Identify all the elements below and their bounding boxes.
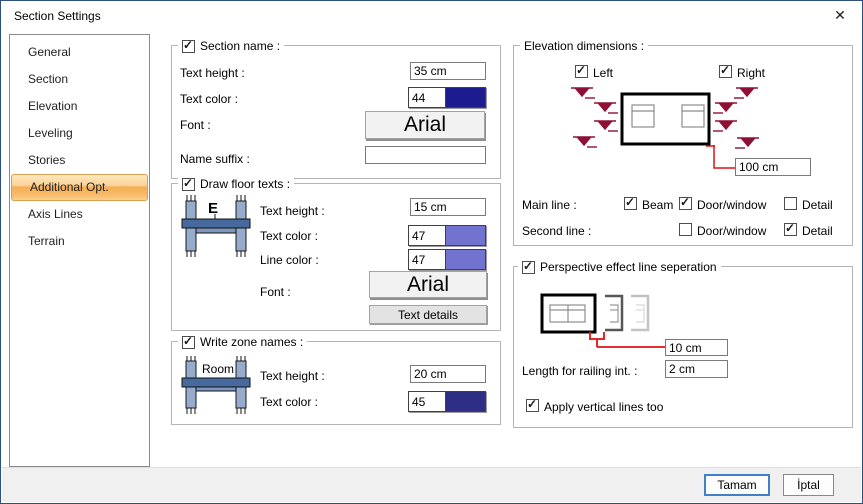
check-icon: ✓ xyxy=(183,38,193,52)
apply-vertical-label: Apply vertical lines too xyxy=(544,400,663,414)
text-color-picker[interactable]: 44 xyxy=(408,87,486,108)
check-icon: ✓ xyxy=(680,195,690,209)
text-height-input[interactable]: 35 cm xyxy=(410,62,486,80)
check-icon: ✓ xyxy=(625,195,635,209)
check-icon: ✓ xyxy=(183,334,193,348)
elevation-distance-input[interactable]: 100 cm xyxy=(735,158,811,176)
check-icon: ✓ xyxy=(720,63,730,77)
railing-length-input[interactable]: 2 cm xyxy=(665,360,728,378)
floor-texts-group-label: Draw floor texts : xyxy=(200,177,290,191)
elevation-group-label: Elevation dimensions : xyxy=(524,39,644,53)
check-icon: ✓ xyxy=(576,63,586,77)
check-icon: ✓ xyxy=(785,221,795,235)
text-height-label: Text height : xyxy=(180,66,245,80)
text-color-picker[interactable]: 45 xyxy=(408,391,486,412)
floor-section-icon: E xyxy=(178,195,254,257)
sidebar-item-axis-lines[interactable]: Axis Lines xyxy=(10,201,149,228)
section-name-group-label: Section name : xyxy=(200,39,280,53)
check-icon: ✓ xyxy=(183,176,193,190)
line-color-label: Line color : xyxy=(260,253,319,267)
zone-names-checkbox[interactable]: ✓ xyxy=(182,336,195,349)
section-name-group: ✓ Section name : Text height : 35 cm Tex… xyxy=(171,45,501,179)
text-details-button[interactable]: Text details xyxy=(369,305,487,324)
color-number: 45 xyxy=(409,392,446,411)
close-icon[interactable]: ✕ xyxy=(822,1,858,30)
main-beam-checkbox[interactable]: ✓ xyxy=(624,197,637,210)
main-beam-label: Beam xyxy=(642,198,673,212)
color-number: 47 xyxy=(409,250,446,269)
text-height-input[interactable]: 20 cm xyxy=(410,365,486,383)
sidebar-item-section[interactable]: Section xyxy=(10,66,149,93)
zone-names-group: ✓ Write zone names : Room Text height : … xyxy=(171,341,501,425)
color-swatch xyxy=(446,392,485,411)
text-color-picker[interactable]: 47 xyxy=(408,225,486,246)
elevation-diagram xyxy=(514,76,854,171)
color-swatch xyxy=(446,226,485,245)
text-height-input[interactable]: 15 cm xyxy=(410,198,486,216)
text-color-label: Text color : xyxy=(260,395,318,409)
apply-vertical-checkbox[interactable]: ✓ xyxy=(526,399,539,412)
font-label: Font : xyxy=(260,285,291,299)
name-suffix-input[interactable] xyxy=(365,146,486,164)
separation-distance-input[interactable]: 10 cm xyxy=(665,339,728,356)
section-name-checkbox[interactable]: ✓ xyxy=(182,40,195,53)
zone-section-icon: Room xyxy=(178,356,254,414)
elevation-dimensions-group: Elevation dimensions : ✓ Left ✓ Right xyxy=(513,45,853,246)
line-color-picker[interactable]: 47 xyxy=(408,249,486,270)
perspective-group: ✓ Perspective effect line seperation xyxy=(513,266,853,428)
second-door-window-label: Door/window xyxy=(697,224,766,238)
font-button[interactable]: Arial xyxy=(365,111,485,139)
main-detail-label: Detail xyxy=(802,198,833,212)
settings-category-list: General Section Elevation Leveling Stori… xyxy=(9,34,150,467)
main-detail-checkbox[interactable]: ✓ xyxy=(784,197,797,210)
color-swatch xyxy=(446,250,485,269)
main-door-window-checkbox[interactable]: ✓ xyxy=(679,197,692,210)
cancel-button[interactable]: İptal xyxy=(783,474,834,496)
second-line-label: Second line : xyxy=(522,224,591,238)
sidebar-item-additional-opt[interactable]: Additional Opt. xyxy=(11,174,148,201)
font-button[interactable]: Arial xyxy=(369,271,487,298)
check-icon: ✓ xyxy=(527,397,537,411)
text-height-label: Text height : xyxy=(260,369,325,383)
floor-texts-group: ✓ Draw floor texts : E Text height : 15 … xyxy=(171,183,501,331)
color-number: 44 xyxy=(409,88,446,107)
section-settings-dialog: Section Settings ✕ General Section Eleva… xyxy=(0,0,863,504)
main-line-label: Main line : xyxy=(522,198,577,212)
main-door-window-label: Door/window xyxy=(697,198,766,212)
name-suffix-label: Name suffix : xyxy=(180,152,250,166)
sidebar-item-stories[interactable]: Stories xyxy=(10,147,149,174)
dialog-footer: Tamam İptal xyxy=(2,467,861,502)
text-height-label: Text height : xyxy=(260,204,325,218)
text-color-label: Text color : xyxy=(260,229,318,243)
dialog-title: Section Settings xyxy=(14,9,101,23)
railing-length-label: Length for railing int. : xyxy=(522,364,637,378)
sidebar-item-terrain[interactable]: Terrain xyxy=(10,228,149,255)
second-detail-label: Detail xyxy=(802,224,833,238)
sidebar-item-elevation[interactable]: Elevation xyxy=(10,93,149,120)
second-detail-checkbox[interactable]: ✓ xyxy=(784,223,797,236)
floor-text-sample: E xyxy=(208,200,218,217)
zone-text-sample: Room xyxy=(202,362,234,376)
second-door-window-checkbox[interactable]: ✓ xyxy=(679,223,692,236)
ok-button[interactable]: Tamam xyxy=(704,474,770,496)
titlebar: Section Settings ✕ xyxy=(1,1,862,31)
sidebar-item-leveling[interactable]: Leveling xyxy=(10,120,149,147)
color-swatch xyxy=(446,88,485,107)
floor-texts-checkbox[interactable]: ✓ xyxy=(182,178,195,191)
text-color-label: Text color : xyxy=(180,92,238,106)
font-label: Font : xyxy=(180,118,211,132)
zone-names-group-label: Write zone names : xyxy=(200,335,303,349)
color-number: 47 xyxy=(409,226,446,245)
sidebar-item-general[interactable]: General xyxy=(10,39,149,66)
